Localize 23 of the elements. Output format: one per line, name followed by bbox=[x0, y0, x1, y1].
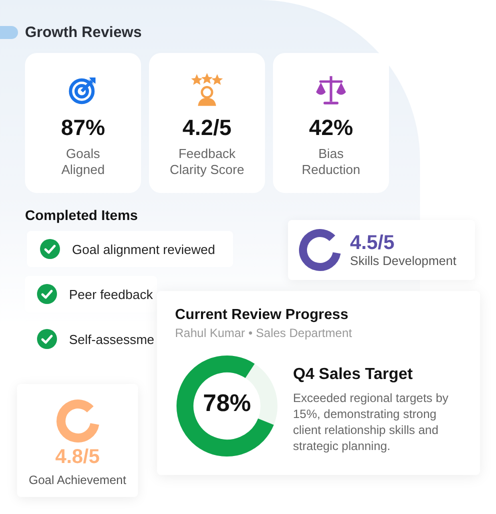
target-title: Q4 Sales Target bbox=[293, 366, 414, 384]
card-subtitle: Rahul Kumar • Sales Department bbox=[175, 326, 353, 340]
card-title: Current Review Progress bbox=[175, 307, 350, 323]
section-title: Completed Items bbox=[25, 207, 139, 223]
balance-scale-icon bbox=[315, 74, 347, 106]
rated-person-icon bbox=[190, 73, 224, 107]
ring-gauge bbox=[54, 398, 100, 444]
stat-value: 87% bbox=[60, 115, 106, 141]
stat-value: 42% bbox=[308, 115, 354, 141]
score-label: Goal Achievement bbox=[28, 473, 126, 487]
stat-label: Goals Aligned bbox=[60, 146, 106, 178]
ring-gauge bbox=[298, 228, 342, 272]
progress-percent: 78% bbox=[202, 390, 252, 418]
section-title: Growth Reviews bbox=[25, 24, 142, 41]
score-label: Skills Development bbox=[350, 254, 456, 268]
score-value: 4.5/5 bbox=[350, 232, 396, 254]
target-icon bbox=[68, 75, 98, 105]
score-value: 4.8/5 bbox=[55, 446, 100, 469]
stat-value: 4.2/5 bbox=[182, 115, 232, 141]
stat-label: Feedback Clarity Score bbox=[168, 146, 246, 178]
stat-label: Bias Reduction bbox=[300, 146, 362, 178]
completed-item: Goal alignment reviewed bbox=[27, 231, 233, 267]
target-description: Exceeded regional targets by 15%, demonstrating strong client relationship skills and strategic planning. bbox=[293, 390, 450, 454]
